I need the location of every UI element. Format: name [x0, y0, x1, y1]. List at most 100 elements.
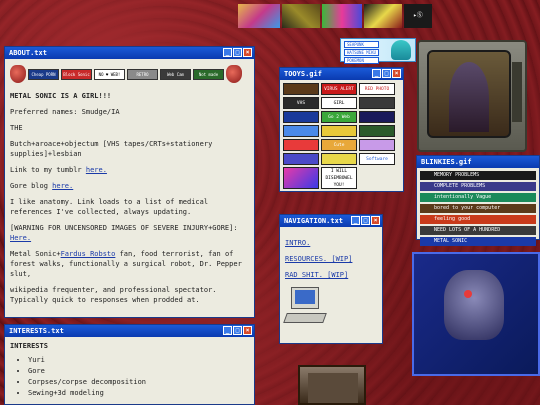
- banner-tag: SEAPUNK: [344, 41, 379, 48]
- toy-button[interactable]: RED PHOTO: [359, 83, 395, 95]
- navigation-window: NAVIGATION.txt _ □ × INTRO. RESOURCES. […: [279, 214, 383, 344]
- warning-line: [WARNING FOR UNCENSORED IMAGES OF SEVERE…: [10, 224, 238, 242]
- toy-button[interactable]: Cute: [321, 139, 357, 151]
- toy-button[interactable]: [283, 125, 319, 137]
- toys-titlebar[interactable]: TOOYS.gif _ □ ×: [280, 68, 403, 80]
- list-item: Corpses/corpse decomposition: [28, 377, 249, 388]
- blinkie: MEMORY PROBLEMS: [420, 171, 536, 180]
- blinkie: METAL SONIC: [420, 237, 536, 246]
- about-window: ABOUT.txt _ □ × Cheap PORN Block Sonic N…: [4, 46, 255, 318]
- toy-button[interactable]: VIRUS ALERT Click here: [321, 83, 357, 95]
- badge-button[interactable]: Cheap PORN: [28, 68, 59, 80]
- blinkies-list: MEMORY PROBLEMS COMPLETE PROBLEMS intent…: [417, 168, 539, 251]
- toy-button[interactable]: Software Angel: [359, 153, 395, 165]
- miku-figure-image: [391, 40, 411, 60]
- blinkie: COMPLETE PROBLEMS: [420, 182, 536, 191]
- the-text: THE: [10, 124, 23, 132]
- interests-window: INTERESTS.txt _ □ × INTERESTS Yuri Gore …: [4, 324, 255, 405]
- decor-image: ▸Ⓢ: [404, 4, 432, 28]
- window-title: ABOUT.txt: [9, 49, 47, 57]
- window-title: TOOYS.gif: [284, 70, 322, 78]
- fardus-link[interactable]: Fardus Robsto: [61, 250, 116, 258]
- toy-button[interactable]: [283, 167, 319, 189]
- badge-row: Cheap PORN Block Sonic NO ♥ WEB! RETRO W…: [10, 65, 249, 83]
- minimize-button[interactable]: _: [351, 216, 360, 225]
- badge-button[interactable]: RETRO: [127, 68, 158, 80]
- badge-button[interactable]: Block Sonic: [61, 68, 92, 80]
- crt-tv-image: [417, 40, 527, 152]
- blinkies-titlebar[interactable]: BLINKIES.gif: [417, 156, 539, 168]
- window-title: BLINKIES.gif: [421, 158, 472, 166]
- list-item: Sewing+3d modeling: [28, 388, 249, 399]
- decor-image: [238, 4, 280, 28]
- tumblr-link[interactable]: here.: [86, 166, 107, 174]
- gore-blog-link[interactable]: here.: [52, 182, 73, 190]
- toy-button[interactable]: GIRL: [321, 97, 357, 109]
- maximize-button[interactable]: □: [382, 69, 391, 78]
- bottom-decor-image: [298, 365, 366, 405]
- interests-heading: INTERESTS: [10, 342, 48, 350]
- maximize-button[interactable]: □: [233, 48, 242, 57]
- bio-line: Metal Sonic+Fardus Robsto fan, food terr…: [10, 250, 242, 278]
- top-image-strip: ▸Ⓢ: [238, 4, 432, 28]
- list-item: Yuri: [28, 355, 249, 366]
- toy-button[interactable]: [359, 139, 395, 151]
- maximize-button[interactable]: □: [233, 326, 242, 335]
- gore-blog-line: Gore blog here.: [10, 182, 74, 190]
- about-heading: METAL SONIC IS A GIRL!!!: [10, 92, 112, 100]
- window-title: INTERESTS.txt: [9, 327, 64, 335]
- blinkie: bored to your computer: [420, 204, 536, 213]
- nav-link-intro[interactable]: INTRO.: [285, 235, 377, 251]
- toy-button[interactable]: [283, 153, 319, 165]
- window-title: NAVIGATION.txt: [284, 217, 344, 225]
- heart-icon: [10, 65, 26, 83]
- toy-button[interactable]: [359, 111, 395, 123]
- minimize-button[interactable]: _: [372, 69, 381, 78]
- minimize-button[interactable]: _: [223, 326, 232, 335]
- blinkies-window: BLINKIES.gif MEMORY PROBLEMS COMPLETE PR…: [416, 155, 540, 246]
- toy-button[interactable]: Go 2 Web: [321, 111, 357, 123]
- decor-image: [282, 4, 320, 28]
- minimize-button[interactable]: _: [223, 48, 232, 57]
- wiki-text: wikipedia frequenter, and professional s…: [10, 286, 217, 304]
- toy-button[interactable]: [321, 125, 357, 137]
- about-titlebar[interactable]: ABOUT.txt _ □ ×: [5, 47, 254, 59]
- decor-image: [364, 4, 402, 28]
- toy-button[interactable]: [359, 125, 395, 137]
- list-item: Gore: [28, 366, 249, 377]
- close-button[interactable]: ×: [243, 48, 252, 57]
- toy-button[interactable]: [321, 153, 357, 165]
- banner-tag: HATSUNE MIKU: [344, 49, 379, 56]
- decor-image: [322, 4, 362, 28]
- nav-link-rad-shit[interactable]: RAD SHIT. [WIP]: [285, 267, 377, 283]
- maximize-button[interactable]: □: [361, 216, 370, 225]
- badge-button[interactable]: NO ♥ WEB!: [94, 68, 125, 80]
- nav-link-resources[interactable]: RESOURCES. [WIP]: [285, 251, 377, 267]
- navigation-titlebar[interactable]: NAVIGATION.txt _ □ ×: [280, 215, 382, 227]
- toys-grid: VIRUS ALERT Click here RED PHOTO VHS GIR…: [280, 80, 403, 192]
- toy-button[interactable]: [359, 97, 395, 109]
- banner-tag: POKEMON: [344, 57, 379, 64]
- close-button[interactable]: ×: [392, 69, 401, 78]
- interests-titlebar[interactable]: INTERESTS.txt _ □ ×: [5, 325, 254, 337]
- warning-link[interactable]: Here.: [10, 234, 31, 242]
- computer-icon: [283, 287, 327, 327]
- blinkie: feeling good: [420, 215, 536, 224]
- identity-text: Butch+aroace+objectum [VHS tapes/CRTs+st…: [10, 140, 213, 158]
- miku-banner[interactable]: SEAPUNK HATSUNE MIKU POKEMON: [340, 38, 416, 64]
- close-button[interactable]: ×: [243, 326, 252, 335]
- toy-button[interactable]: [283, 111, 319, 123]
- toy-button[interactable]: VHS: [283, 97, 319, 109]
- anatomy-text: I like anatomy. Link loads to a list of …: [10, 198, 209, 216]
- toy-button[interactable]: I WILL DISEMBOWEL YOU!: [321, 167, 357, 189]
- heart-icon: [226, 65, 242, 83]
- badge-button[interactable]: Web Cam: [160, 68, 191, 80]
- close-button[interactable]: ×: [371, 216, 380, 225]
- preferred-names: Preferred names: Smudge/IA: [10, 108, 120, 116]
- tumblr-line: Link to my tumblr here.: [10, 166, 107, 174]
- badge-button[interactable]: Not made with A COMPUTER: [193, 68, 224, 80]
- metal-sonic-image: [412, 252, 540, 376]
- toy-button[interactable]: [283, 83, 319, 95]
- blinkie: NEED LOTS OF A HUNDRED: [420, 226, 536, 235]
- toy-button[interactable]: [283, 139, 319, 151]
